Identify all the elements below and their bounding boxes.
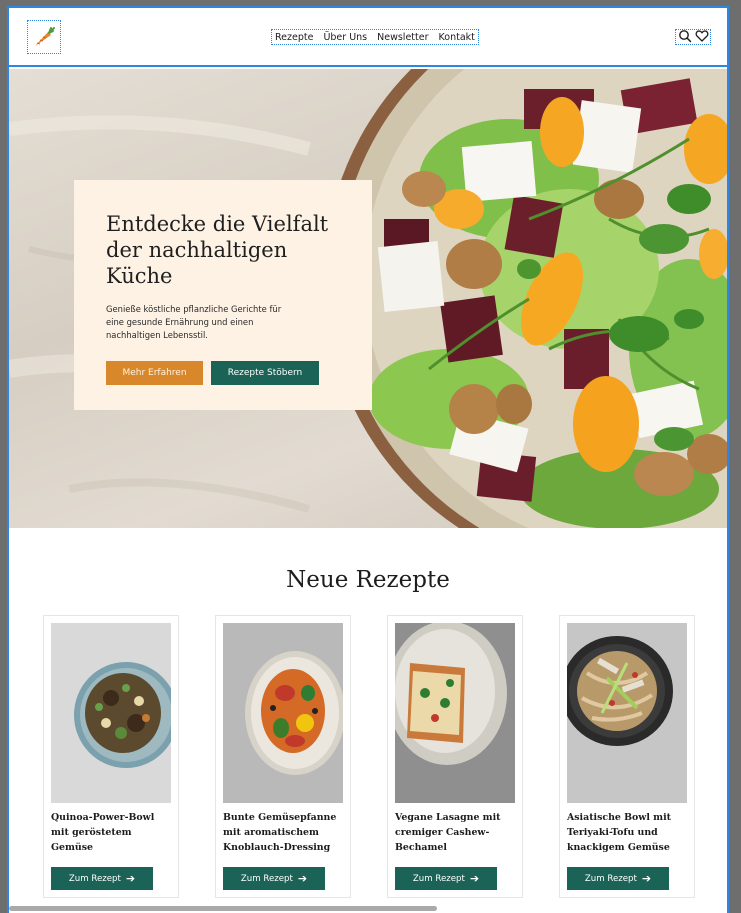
horizontal-scrollbar[interactable] [9, 906, 437, 911]
arrow-right-icon: ➔ [469, 872, 480, 885]
zum-rezept-button[interactable]: Zum Rezept ➔ [395, 867, 497, 890]
rezepte-stoebern-button[interactable]: Rezepte Stöbern [211, 361, 319, 385]
browser-viewport: Rezepte Über Uns Newsletter Kontakt Entd… [7, 6, 729, 913]
nav-item-newsletter[interactable]: Newsletter [377, 32, 428, 43]
recipe-card[interactable]: Vegane Lasagne mit cremiger Cashew-Becha… [387, 615, 523, 898]
carrot-icon [35, 27, 55, 46]
zum-rezept-button[interactable]: Zum Rezept ➔ [51, 867, 153, 890]
logo-link[interactable] [27, 20, 61, 54]
recipe-image [51, 623, 171, 803]
recipe-title: Vegane Lasagne mit cremiger Cashew-Becha… [395, 812, 501, 853]
recipe-card[interactable]: Quinoa-Power-Bowl mit geröstetem Gemüse … [43, 615, 179, 898]
hero-title: Entdecke die Vielfalt der nachhaltigen K… [106, 212, 329, 288]
search-icon[interactable] [678, 28, 692, 47]
recipe-card[interactable]: Bunte Gemüsepfanne mit aromatischem Knob… [215, 615, 351, 898]
hero-text: Genieße köstliche pflanzliche Gerichte f… [106, 304, 282, 340]
zum-rezept-button[interactable]: Zum Rezept ➔ [567, 867, 669, 890]
arrow-right-icon: ➔ [297, 872, 308, 885]
hero-card: Entdecke die Vielfalt der nachhaltigen K… [74, 180, 372, 410]
recipe-image [567, 623, 687, 803]
recipe-image [395, 623, 515, 803]
zum-rezept-label: Zum Rezept [240, 873, 293, 884]
heart-icon[interactable] [695, 28, 709, 47]
recipe-title: Bunte Gemüsepfanne mit aromatischem Knob… [223, 812, 337, 853]
nav-item-rezepte[interactable]: Rezepte [275, 32, 313, 43]
arrow-right-icon: ➔ [125, 872, 136, 885]
nav-item-kontakt[interactable]: Kontakt [439, 32, 475, 43]
arrow-right-icon: ➔ [641, 872, 652, 885]
recipe-image [223, 623, 343, 803]
hero-buttons: Mehr Erfahren Rezepte Stöbern [106, 361, 342, 385]
zum-rezept-button[interactable]: Zum Rezept ➔ [223, 867, 325, 890]
mehr-erfahren-button[interactable]: Mehr Erfahren [106, 361, 203, 385]
site-header: Rezepte Über Uns Newsletter Kontakt [9, 8, 727, 67]
section-title-neue-rezepte: Neue Rezepte [286, 567, 450, 593]
zum-rezept-label: Zum Rezept [584, 873, 637, 884]
main-nav: Rezepte Über Uns Newsletter Kontakt [271, 29, 479, 45]
zum-rezept-label: Zum Rezept [68, 873, 121, 884]
header-actions [675, 29, 711, 45]
recipe-title: Asiatische Bowl mit Teriyaki-Tofu und kn… [567, 812, 671, 853]
nav-item-ueber-uns[interactable]: Über Uns [323, 32, 367, 43]
recipe-title: Quinoa-Power-Bowl mit geröstetem Gemüse [51, 812, 155, 853]
hero-section: Entdecke die Vielfalt der nachhaltigen K… [9, 69, 727, 528]
zum-rezept-label: Zum Rezept [412, 873, 465, 884]
recipe-card[interactable]: Asiatische Bowl mit Teriyaki-Tofu und kn… [559, 615, 695, 898]
